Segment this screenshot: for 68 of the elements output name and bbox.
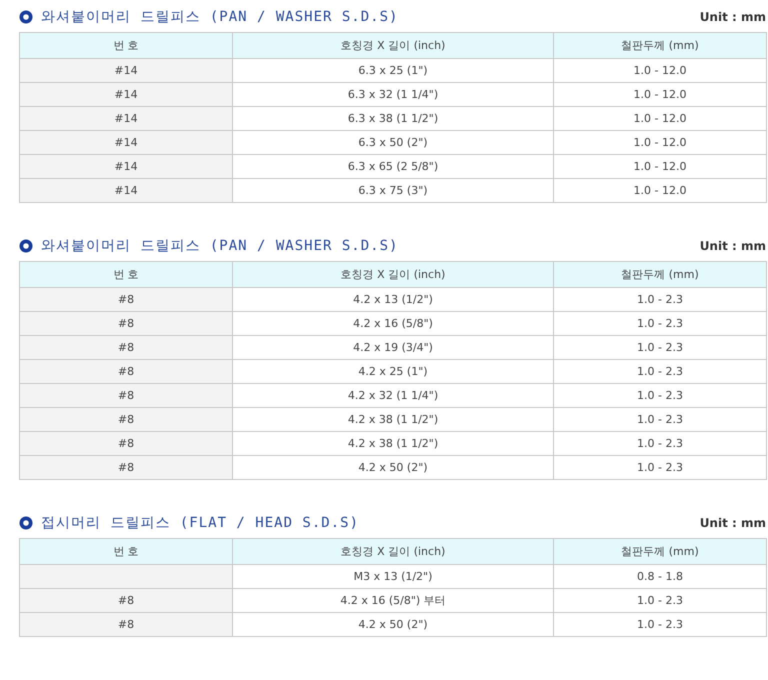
table-cell: #8 (20, 384, 232, 408)
table-cell: 1.0 - 2.3 (554, 588, 766, 612)
table-cell: 4.2 x 16 (5/8") 부터 (232, 588, 554, 612)
bullet-icon (19, 516, 33, 530)
unit-label: Unit : mm (700, 239, 766, 253)
table-cell: #14 (20, 58, 232, 82)
column-header: 번 호 (20, 538, 232, 564)
table-cell: 1.0 - 2.3 (554, 360, 766, 384)
table-cell: 1.0 - 12.0 (554, 154, 766, 178)
unit-label: Unit : mm (700, 10, 766, 24)
table-cell: 1.0 - 2.3 (554, 312, 766, 336)
table-cell: 1.0 - 2.3 (554, 432, 766, 456)
table-cell: #8 (20, 588, 232, 612)
bullet-icon (19, 10, 33, 24)
table-cell: 4.2 x 16 (5/8") (232, 312, 554, 336)
column-header: 번 호 (20, 262, 232, 288)
table-cell: #8 (20, 408, 232, 432)
table-cell: 1.0 - 2.3 (554, 336, 766, 360)
column-header: 철판두께 (mm) (554, 262, 766, 288)
table-cell: 1.0 - 12.0 (554, 106, 766, 130)
table-cell: 0.8 - 1.8 (554, 564, 766, 588)
section-title: 와셔붙이머리 드릴피스 (PAN / WASHER S.D.S) (41, 8, 398, 26)
table-cell: 1.0 - 12.0 (554, 178, 766, 202)
table-cell: #8 (20, 288, 232, 312)
table-cell: M3 x 13 (1/2") (232, 564, 554, 588)
table-cell: 4.2 x 25 (1") (232, 360, 554, 384)
table-cell: #14 (20, 178, 232, 202)
column-header: 철판두께 (mm) (554, 32, 766, 58)
table-cell: 4.2 x 13 (1/2") (232, 288, 554, 312)
table-cell: #14 (20, 106, 232, 130)
column-header: 호칭경 X 길이 (inch) (232, 32, 554, 58)
unit-label: Unit : mm (700, 516, 766, 530)
table-cell: #8 (20, 612, 232, 636)
table-cell: 1.0 - 2.3 (554, 288, 766, 312)
column-header: 호칭경 X 길이 (inch) (232, 538, 554, 564)
table-cell: #8 (20, 456, 232, 480)
table-cell: #14 (20, 130, 232, 154)
table-cell: 1.0 - 12.0 (554, 130, 766, 154)
section-title: 접시머리 드릴피스 (FLAT / HEAD S.D.S) (41, 514, 360, 532)
section-title: 와셔붙이머리 드릴피스 (PAN / WASHER S.D.S) (41, 237, 398, 255)
table-cell: 1.0 - 2.3 (554, 612, 766, 636)
column-header: 번 호 (20, 32, 232, 58)
table-cell: 6.3 x 65 (2 5/8") (232, 154, 554, 178)
table-cell: 1.0 - 2.3 (554, 384, 766, 408)
table-cell: #8 (20, 312, 232, 336)
table-cell: 1.0 - 2.3 (554, 456, 766, 480)
column-header: 철판두께 (mm) (554, 538, 766, 564)
table-cell: #14 (20, 154, 232, 178)
table-cell: 4.2 x 32 (1 1/4") (232, 384, 554, 408)
table-cell: 4.2 x 50 (2") (232, 612, 554, 636)
table-cell: 1.0 - 12.0 (554, 82, 766, 106)
table-cell: 6.3 x 25 (1") (232, 58, 554, 82)
table-cell: 4.2 x 38 (1 1/2") (232, 432, 554, 456)
table-cell: 4.2 x 50 (2") (232, 456, 554, 480)
column-header: 호칭경 X 길이 (inch) (232, 262, 554, 288)
table-cell: 4.2 x 19 (3/4") (232, 336, 554, 360)
table-cell: 6.3 x 50 (2") (232, 130, 554, 154)
table-cell: 6.3 x 75 (3") (232, 178, 554, 202)
bullet-icon (19, 239, 33, 253)
table-cell: 1.0 - 12.0 (554, 58, 766, 82)
table-cell: #8 (20, 432, 232, 456)
table-cell: 4.2 x 38 (1 1/2") (232, 408, 554, 432)
table-cell: #8 (20, 360, 232, 384)
table-cell: 6.3 x 38 (1 1/2") (232, 106, 554, 130)
table-cell: #8 (20, 336, 232, 360)
table-cell: #14 (20, 82, 232, 106)
table-cell: 1.0 - 2.3 (554, 408, 766, 432)
table-cell: 6.3 x 32 (1 1/4") (232, 82, 554, 106)
